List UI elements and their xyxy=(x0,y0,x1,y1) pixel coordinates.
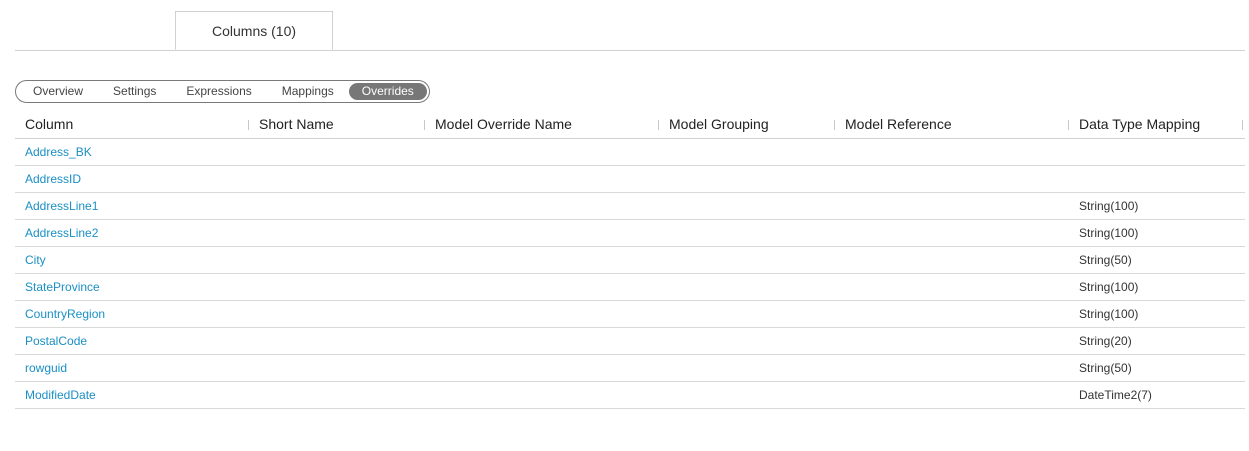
column-name-link[interactable]: CountryRegion xyxy=(25,301,105,327)
header-short-name[interactable]: Short Name xyxy=(259,112,334,138)
data-type-mapping-cell[interactable]: String(50) xyxy=(1079,247,1132,273)
column-name-link[interactable]: AddressLine2 xyxy=(25,220,98,246)
data-type-mapping-cell[interactable]: String(100) xyxy=(1079,274,1138,300)
table-row[interactable]: AddressID xyxy=(15,166,1245,193)
table-row[interactable]: AddressLine1 String(100) xyxy=(15,193,1245,220)
tab-columns[interactable]: Columns (10) xyxy=(175,11,333,50)
column-resize-handle[interactable] xyxy=(248,120,249,130)
segment-overrides[interactable]: Overrides xyxy=(348,83,427,100)
column-name-link[interactable]: StateProvince xyxy=(25,274,100,300)
column-name-link[interactable]: ModifiedDate xyxy=(25,382,96,408)
segment-settings[interactable]: Settings xyxy=(98,83,171,100)
segment-expressions[interactable]: Expressions xyxy=(171,83,266,100)
column-name-link[interactable]: PostalCode xyxy=(25,328,87,354)
header-data-type-mapping[interactable]: Data Type Mapping xyxy=(1079,112,1200,138)
data-type-mapping-cell[interactable]: String(20) xyxy=(1079,328,1132,354)
segment-mappings[interactable]: Mappings xyxy=(267,83,349,100)
table-row[interactable]: City String(50) xyxy=(15,247,1245,274)
column-name-link[interactable]: AddressLine1 xyxy=(25,193,98,219)
table-row[interactable]: Address_BK xyxy=(15,139,1245,166)
column-resize-handle[interactable] xyxy=(1068,120,1069,130)
data-type-mapping-cell[interactable]: String(100) xyxy=(1079,193,1138,219)
view-switcher: Overview Settings Expressions Mappings O… xyxy=(15,80,430,103)
table-row[interactable]: PostalCode String(20) xyxy=(15,328,1245,355)
table-row[interactable]: StateProvince String(100) xyxy=(15,274,1245,301)
column-resize-handle[interactable] xyxy=(424,120,425,130)
table-row[interactable]: AddressLine2 String(100) xyxy=(15,220,1245,247)
column-name-link[interactable]: City xyxy=(25,247,46,273)
header-model-grouping[interactable]: Model Grouping xyxy=(669,112,769,138)
data-type-mapping-cell[interactable]: String(100) xyxy=(1079,220,1138,246)
table-row[interactable]: rowguid String(50) xyxy=(15,355,1245,382)
tab-bar: Columns (10) xyxy=(15,0,1245,51)
column-name-link[interactable]: rowguid xyxy=(25,355,67,381)
column-name-link[interactable]: AddressID xyxy=(25,166,81,192)
column-resize-handle[interactable] xyxy=(834,120,835,130)
data-type-mapping-cell[interactable]: DateTime2(7) xyxy=(1079,382,1152,408)
header-column[interactable]: Column xyxy=(25,112,73,138)
grid-header: Column Short Name Model Override Name Mo… xyxy=(15,112,1245,139)
header-model-reference[interactable]: Model Reference xyxy=(845,112,952,138)
columns-grid: Column Short Name Model Override Name Mo… xyxy=(15,112,1245,409)
header-model-override-name[interactable]: Model Override Name xyxy=(435,112,572,138)
data-type-mapping-cell[interactable]: String(50) xyxy=(1079,355,1132,381)
segment-overview[interactable]: Overview xyxy=(18,83,98,100)
column-resize-handle[interactable] xyxy=(658,120,659,130)
table-row[interactable]: ModifiedDate DateTime2(7) xyxy=(15,382,1245,409)
column-resize-handle[interactable] xyxy=(1242,120,1243,130)
data-type-mapping-cell[interactable]: String(100) xyxy=(1079,301,1138,327)
column-name-link[interactable]: Address_BK xyxy=(25,139,92,165)
table-row[interactable]: CountryRegion String(100) xyxy=(15,301,1245,328)
